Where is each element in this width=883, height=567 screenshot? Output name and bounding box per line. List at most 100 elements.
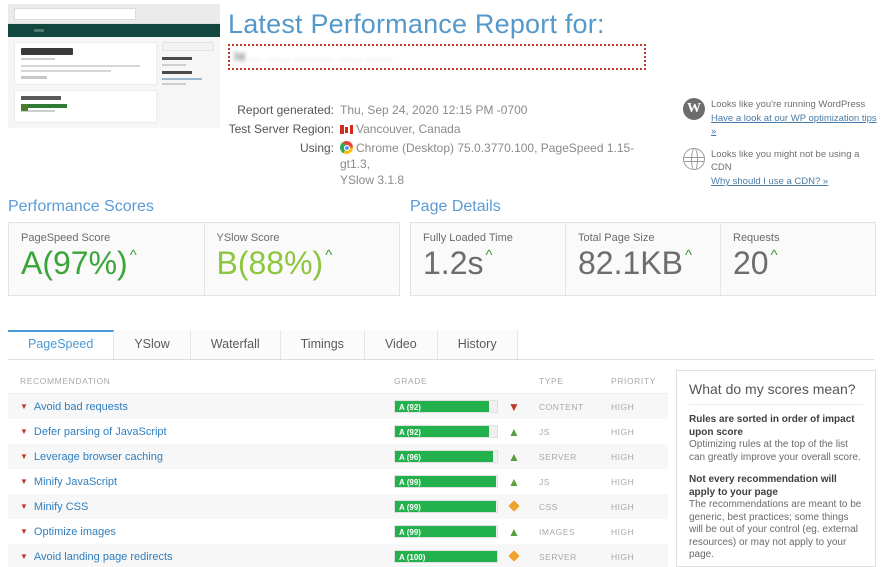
priority-cell: HIGH xyxy=(611,526,635,537)
card-label: Requests xyxy=(733,232,780,244)
recommendation-name-cell[interactable]: ▼ Leverage browser caching xyxy=(8,451,394,463)
table-row[interactable]: ▼ Optimize images A (99) ▲ IMAGES HIGH xyxy=(8,519,668,544)
recommendation-label: Avoid landing page redirects xyxy=(33,550,173,563)
page-details-heading: Page Details xyxy=(410,198,501,215)
yslow-grade: B xyxy=(216,245,238,281)
type-cell: CONTENT xyxy=(539,401,584,412)
report-meta: Report generated: Thu, Sep 24, 2020 12:1… xyxy=(228,102,658,191)
notice-wordpress: W Looks like you're running WordPress Ha… xyxy=(683,98,881,138)
tab-pagespeed[interactable]: PageSpeed xyxy=(8,330,115,359)
thumbnail-text-line xyxy=(21,65,140,67)
priority-cell: HIGH xyxy=(611,501,635,512)
total-page-size-card[interactable]: Total Page Size 82.1KB ^ xyxy=(566,223,721,295)
site-screenshot-thumbnail[interactable] xyxy=(8,4,220,128)
fully-loaded-time-card[interactable]: Fully Loaded Time 1.2s ^ xyxy=(411,223,566,295)
thumbnail-widget-line xyxy=(162,83,186,85)
performance-scores-cards: PageSpeed Score A(97%) ^ YSlow Score B(88… xyxy=(8,222,400,296)
wordpress-icon-glyph: W xyxy=(683,98,705,120)
priority-cell: HIGH xyxy=(611,426,635,437)
thumbnail-comment-title xyxy=(21,96,61,100)
grade-cell: A (92) ▲ xyxy=(394,425,539,439)
expand-triangle-icon[interactable]: ▼ xyxy=(20,502,28,511)
grade-label: A (92) xyxy=(399,403,421,412)
tab-video[interactable]: Video xyxy=(364,330,438,359)
cdn-info-link[interactable]: Why should I use a CDN? » xyxy=(711,175,881,188)
card-label: Fully Loaded Time xyxy=(423,232,513,244)
grade-cell: A (99) xyxy=(394,499,539,513)
chrome-icon xyxy=(340,141,353,154)
meta-row-test-server-region: Test Server Region: Vancouver, Canada xyxy=(228,121,658,137)
wp-optimization-tips-link[interactable]: Have a look at our WP optimization tips … xyxy=(711,112,881,138)
card-label: PageSpeed Score xyxy=(21,232,111,244)
meta-row-using: Using: Chrome (Desktop) 75.0.3770.100, P… xyxy=(228,140,658,188)
meta-row-report-generated: Report generated: Thu, Sep 24, 2020 12:1… xyxy=(228,102,658,118)
tab-timings[interactable]: Timings xyxy=(280,330,365,359)
recommendation-label: Minify JavaScript xyxy=(33,475,118,488)
recommendation-name-cell[interactable]: ▼ Optimize images xyxy=(8,526,394,538)
thumbnail-post-title xyxy=(21,48,73,55)
recommendation-name-cell[interactable]: ▼ Defer parsing of JavaScript xyxy=(8,426,394,438)
requests-card[interactable]: Requests 20 ^ xyxy=(721,223,875,295)
grade-bar: A (96) xyxy=(394,450,498,463)
recommendation-label: Avoid bad requests xyxy=(33,400,128,413)
table-row[interactable]: ▼ Minify CSS A (99) CSS HIGH xyxy=(8,494,668,519)
table-row[interactable]: ▼ Avoid bad requests A (92) ▼ CONTENT HIGH xyxy=(8,394,668,419)
priority-cell: HIGH xyxy=(611,451,635,462)
priority-cell: HIGH xyxy=(611,551,635,562)
performance-scores-section: Performance Scores PageSpeed Score A(97%… xyxy=(8,198,400,296)
recommendation-name-cell[interactable]: ▼ Minify CSS xyxy=(8,501,394,513)
recommendations-rows: ▼ Avoid bad requests A (92) ▼ CONTENT HIGH ▼ De… xyxy=(8,394,668,567)
trend-up-icon: ▲ xyxy=(508,524,520,539)
expand-triangle-icon[interactable]: ▼ xyxy=(20,427,28,436)
explanation-heading: Rules are sorted in order of impact upon… xyxy=(689,414,855,438)
table-row[interactable]: ▼ Defer parsing of JavaScript A (92) ▲ JS HIG… xyxy=(8,419,668,444)
thumbnail-url-bar xyxy=(14,8,136,20)
thumbnail-widget-line xyxy=(162,64,186,66)
report-tabs: PageSpeed YSlow Waterfall Timings Video Histo… xyxy=(8,330,874,360)
grade-bar: A (92) xyxy=(394,425,498,438)
type-cell: JS xyxy=(539,426,550,437)
notice-cdn: Looks like you might not be using a CDN … xyxy=(683,148,881,188)
yslow-score-card[interactable]: YSlow Score B(88%) ^ xyxy=(205,223,400,295)
notice-text-wrap: Looks like you might not be using a CDN … xyxy=(711,148,881,188)
report-header: Latest Performance Report for: ht … …… …… xyxy=(228,8,877,71)
recommendation-name-cell[interactable]: ▼ Avoid bad requests xyxy=(8,401,394,413)
gtmetrix-report-page: Latest Performance Report for: ht … …… …… xyxy=(0,0,883,567)
meta-value: Thu, Sep 24, 2020 12:15 PM -0700 xyxy=(340,103,528,117)
pagespeed-score-card[interactable]: PageSpeed Score A(97%) ^ xyxy=(9,223,205,295)
thumbnail-site-body xyxy=(8,37,220,128)
thumbnail-avatar xyxy=(21,104,28,111)
table-row[interactable]: ▼ Leverage browser caching A (96) ▲ SERVER HI… xyxy=(8,444,668,469)
card-value: B(88%) ^ xyxy=(216,245,333,281)
thumbnail-text-line xyxy=(21,70,112,72)
scores-explanation-panel: What do my scores mean? Rules are sorted… xyxy=(676,370,876,567)
grade-label: A (92) xyxy=(399,428,421,437)
report-url[interactable]: ht … …… ……… …… …… xyxy=(234,49,640,67)
grade-label: A (99) xyxy=(399,503,421,512)
expand-triangle-icon[interactable]: ▼ xyxy=(20,552,28,561)
card-value: A(97%) ^ xyxy=(21,245,137,281)
grade-cell: A (99) ▲ xyxy=(394,475,539,489)
trend-up-icon: ▲ xyxy=(508,449,520,464)
expand-triangle-icon[interactable]: ▼ xyxy=(20,477,28,486)
meta-label: Using: xyxy=(299,141,334,155)
column-header-priority: PRIORITY xyxy=(611,376,656,386)
card-value-wrap: 82.1KB ^ xyxy=(578,245,693,281)
expand-triangle-icon[interactable]: ▼ xyxy=(20,527,28,536)
recommendation-name-cell[interactable]: ▼ Avoid landing page redirects xyxy=(8,551,394,563)
tab-yslow[interactable]: YSlow xyxy=(114,330,191,359)
table-row[interactable]: ▼ Avoid landing page redirects A (100) SERV… xyxy=(8,544,668,567)
notice-text-wrap: Looks like you're running WordPress Have… xyxy=(711,98,881,138)
total-page-size-value: 82.1KB xyxy=(578,245,683,281)
meta-label: Report generated: xyxy=(237,103,334,117)
expand-triangle-icon[interactable]: ▼ xyxy=(20,452,28,461)
explanation-heading: Not every recommendation will apply to y… xyxy=(689,474,837,498)
recommendation-label: Leverage browser caching xyxy=(33,450,163,463)
tab-waterfall[interactable]: Waterfall xyxy=(190,330,281,359)
table-row[interactable]: ▼ Minify JavaScript A (99) ▲ JS HIGH xyxy=(8,469,668,494)
recommendation-name-cell[interactable]: ▼ Minify JavaScript xyxy=(8,476,394,488)
tab-history[interactable]: History xyxy=(437,330,518,359)
fully-loaded-time-value: 1.2s xyxy=(423,245,484,281)
expand-triangle-icon[interactable]: ▼ xyxy=(20,402,28,411)
flag-canada-icon xyxy=(340,125,353,134)
